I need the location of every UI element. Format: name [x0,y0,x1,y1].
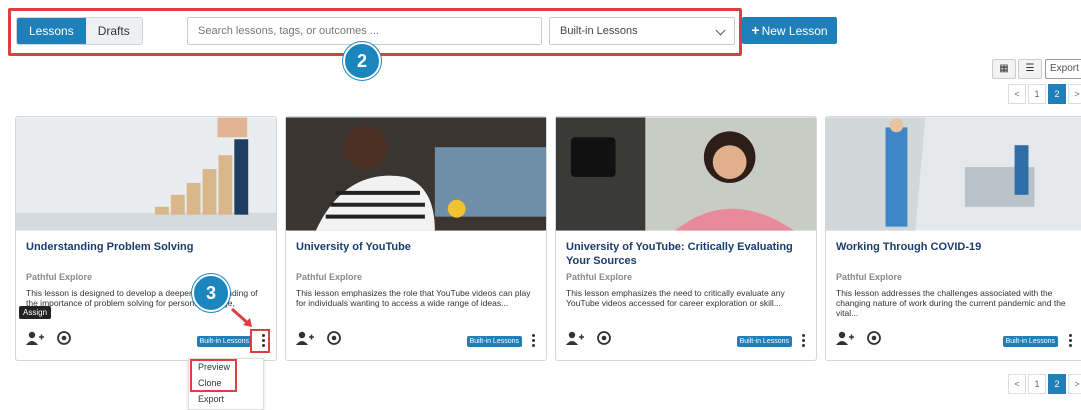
grid-view-icon[interactable]: ▦ [992,59,1016,79]
lesson-type-select[interactable]: Built-in Lessons [549,17,735,45]
lesson-thumbnail-image [286,117,546,231]
lesson-description: This lesson is designed to develop a dee… [26,288,258,308]
lesson-title[interactable]: Understanding Problem Solving [26,240,266,254]
arrow-icon [231,307,252,327]
lesson-card[interactable]: Working Through COVID-19 Pathful Explore… [825,116,1081,361]
prev-page-button[interactable]: < [1008,374,1026,394]
more-options-icon[interactable] [527,333,539,349]
list-view-icon[interactable]: ☰ [1018,59,1042,79]
step-badge-3: 3 [192,274,230,312]
lesson-thumbnail-image [556,117,816,231]
lesson-title[interactable]: University of YouTube [296,240,536,254]
assign-icon[interactable] [296,331,314,345]
prev-page-button[interactable]: < [1008,84,1026,104]
lesson-provider: Pathful Explore [836,272,903,282]
new-lesson-button[interactable]: + New Lesson [742,17,837,44]
page-1-button[interactable]: 1 [1028,374,1046,394]
lesson-title[interactable]: University of YouTube: Critically Evalua… [566,240,806,268]
chevron-down-icon [715,25,726,36]
more-options-icon[interactable] [1064,333,1076,349]
highlight-menu-items [190,359,237,392]
pagination-top: < 1 2 > [1008,84,1081,104]
next-page-button[interactable]: > [1068,84,1081,104]
lesson-card[interactable]: University of YouTube Pathful Explore Th… [285,116,547,361]
pagination-bottom: < 1 2 > [1008,374,1081,394]
preview-eye-icon[interactable] [56,331,72,345]
lesson-provider: Pathful Explore [566,272,633,282]
lesson-description: This lesson emphasizes the role that You… [296,288,531,308]
lesson-provider: Pathful Explore [26,272,93,282]
built-in-badge: Built-in Lessons [466,336,522,347]
highlight-kebab [250,329,270,353]
search-input[interactable] [187,17,542,45]
built-in-badge: Built-in Lessons [736,336,792,347]
lesson-type-select-value: Built-in Lessons [560,25,638,37]
next-page-button[interactable]: > [1068,374,1081,394]
plus-icon: + [751,22,760,38]
tabs: Lessons Drafts [16,17,143,45]
page-2-button[interactable]: 2 [1048,374,1066,394]
lesson-description: This lesson emphasizes the need to criti… [566,288,785,308]
export-button[interactable]: Export [1045,59,1081,79]
tab-lessons[interactable]: Lessons [17,18,86,44]
built-in-badge: Built-in Lessons [1002,336,1058,347]
menu-item-export[interactable]: Export [189,391,263,407]
lesson-title[interactable]: Working Through COVID-19 [836,240,1076,254]
lesson-thumbnail-image [826,117,1081,231]
preview-eye-icon[interactable] [866,331,882,345]
tab-drafts[interactable]: Drafts [86,18,142,44]
assign-tooltip: Assign [19,306,52,319]
preview-eye-icon[interactable] [326,331,342,345]
built-in-badge: Built-in Lessons [196,336,252,347]
new-lesson-label: New Lesson [761,24,828,38]
preview-eye-icon[interactable] [596,331,612,345]
assign-icon[interactable] [836,331,854,345]
lesson-thumbnail-image [16,117,276,231]
page-1-button[interactable]: 1 [1028,84,1046,104]
lesson-description: This lesson addresses the challenges ass… [836,288,1066,318]
assign-icon[interactable] [26,331,44,345]
assign-icon[interactable] [566,331,584,345]
step-badge-2: 2 [343,42,381,80]
more-options-icon[interactable] [797,333,809,349]
lesson-card[interactable]: University of YouTube: Critically Evalua… [555,116,817,361]
page-2-button[interactable]: 2 [1048,84,1066,104]
lesson-provider: Pathful Explore [296,272,363,282]
